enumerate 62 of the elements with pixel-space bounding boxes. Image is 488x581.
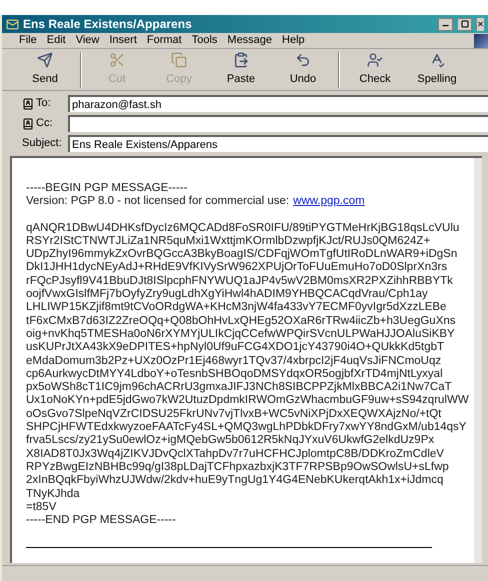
field-label: Cc: (36, 116, 52, 132)
close-button[interactable] (476, 18, 484, 30)
body-text: 2xInBQqkFbyiWhzUJWdw/2kdv+huE9yTngUg1Y4G4ENebKUkerqtAkh1x+iJdmcq (26, 474, 444, 488)
body-text: cp6AurkwycDtMYY4LdboY+oTesnbSHBOqoDMSYdqxOR5ogjbfXrTD4mjNtLyxyal (26, 368, 444, 382)
address-book-icon[interactable] (22, 98, 34, 110)
person-check-icon (367, 52, 383, 68)
window-title: Ens Reale Existens/Apparens (23, 16, 193, 33)
body-text: TNyKJhda (26, 488, 81, 501)
body-text: LHLIWP15KZjif8mt9tCVoORdgWA+KHcM3njW4fa433vY7ECMF0yvIgr5dXzzLEBe (26, 301, 448, 315)
menu-item[interactable]: Insert (104, 32, 142, 49)
toolbar-button[interactable]: Undo (272, 50, 334, 88)
maximize-icon (460, 20, 468, 28)
body-text: qANQR1DBwU4DHKsfDycIz6MQCADd8FoSR0IFU/89tiPYGTMeHrKjBG18qsLcVUlu (26, 222, 460, 235)
body-text: rFQcPJsyfl9V41BbuDJt8ISlpcphFNYWUQ1aJP4v5wV2BM0msXR2PXZihhRBBYTk (26, 274, 454, 288)
header-field[interactable]: Ens Reale Existens/Apparens (68, 135, 488, 152)
body-text: UDpZhyI96mmykZxOvrBQGccA3BkyBoagIS/CDFqjWOmTgfUtIRoDLnWAR9+iDgSn (26, 248, 458, 262)
menu-item[interactable]: Message (222, 32, 278, 49)
body-text: =t85V (26, 500, 58, 514)
body-text: Ux1oNoKYn+pdE5jdGwo7kW2UtuzDpdmkIRWOmGzWhacmbuGF9uw+sS94zqrulWW (26, 394, 470, 408)
undo-icon (295, 52, 311, 68)
body-text: -----END PGP MESSAGE----- (26, 514, 177, 528)
body-text: X8IAD8T0Jx3Wq4jZIKVJDvQclXTahpDv7r7uHCFHCJplomtpC8B/DDKroZmCdleV (26, 448, 445, 461)
menu-item[interactable]: Help (277, 32, 310, 49)
toolbar-button[interactable]: Send (14, 50, 76, 88)
menu-item[interactable]: View (70, 32, 104, 49)
body-text: RPYzBwgEIzNBHBc99q/gI38pLDajTCFhpxazbxjK3TF7RPSBp9OwSOwlsU+sLfwp (26, 460, 450, 474)
header-field[interactable] (68, 115, 488, 132)
body-text: usKUPrJtXA43kX9eDPITES+hpNyl0Uf9uFCG4XDO1jcY43790i4O+QUkkKd5tgbT (26, 341, 446, 355)
body-text: DkI1JHH1dycNEyAdJ+RHdE9VfKIVySrW962XPUjOrToFUuEmuHo7oD0SlprXn3rs (26, 261, 448, 275)
body-text: eMdaDomum3b2Pz+UXz0OzPr1Ej468wyr1TQv37/4xbrpcI2jF4uqVsJiFNCmoUqz (26, 354, 442, 368)
header-field[interactable]: pharazon@fast.sh (68, 95, 488, 112)
minimize-button[interactable] (438, 18, 453, 30)
message-body[interactable] (10, 156, 482, 563)
scissors-icon (109, 52, 125, 68)
scrollbar[interactable] (474, 158, 482, 563)
menu-item[interactable]: Edit (42, 32, 71, 49)
maximize-button[interactable] (457, 18, 472, 30)
body-text: -----BEGIN PGP MESSAGE----- (26, 182, 188, 196)
toolbar-button[interactable]: Spelling (406, 50, 468, 88)
link[interactable]: www.pgp.com (293, 195, 365, 209)
menu-item[interactable]: Format (142, 32, 187, 49)
body-text: oOsGvo7SlpeNqVZrCIDSU25FkrUNv7vjTlvxB+WC5vNiXPjDxXEQWXAjzNo/+tQt (26, 408, 442, 422)
clipboard-icon (233, 52, 249, 68)
menu-item[interactable]: Tools (186, 32, 222, 49)
body-text: frva5Lscs/zy21ySu0ewlOz+igMQebGw5b0612R5kNqJYxuV6UkwfG2elkdUz9Px (26, 434, 436, 448)
address-book-icon[interactable] (22, 118, 34, 130)
body-text: oig+nvKhq5TMESHa0oN6rXYMYjULIkCjqCCefwWPQirSVcnULPWaHJJOAluSiKBY (26, 328, 456, 342)
field-label: Subject: (22, 136, 62, 152)
close-icon (477, 19, 484, 29)
toolbar-button[interactable]: Paste (210, 50, 272, 88)
body-text: SHPCjHFWTEdxkwyzoeFAATcFy4SL+QMQ3wgLhPDbkDFry7xwYY8ndGxM/ub14qsY (26, 421, 468, 434)
menu-item[interactable]: File (14, 32, 42, 49)
send-icon (37, 52, 53, 68)
body-text: px5oWSh8cT1IC9jm96chACRrU3gmxaJIFJ3NCh8SIBCPPZjkMlxBBCA2i1Nw7CaT (26, 381, 453, 394)
mail-icon (6, 18, 19, 30)
body-text: tF6xCMxB7d63IZ2ZreOQq+Q08bOhHvLxQHEg52OXaR6rTRw4iicZb+h3UegGuXns (26, 314, 457, 328)
toolbar-button[interactable]: Check (344, 50, 406, 88)
body-text: RSYr2IStCTNWTJLiZa1NR5quMxi1WxttjmKOrmlbDzwpfjKJct/RUJs0QM624Z+ (26, 234, 432, 248)
body-text: Version: PGP 8.0 - not licensed for commercial use: (26, 195, 290, 209)
copy-icon (171, 52, 187, 68)
field-label: To: (36, 96, 51, 112)
body-text: oojfVwxGIslfMFj7bOyfyZry9ugLdhXgYiHwl4hADIM9YHBQCACqdVrau/Cph1ay (26, 288, 429, 302)
